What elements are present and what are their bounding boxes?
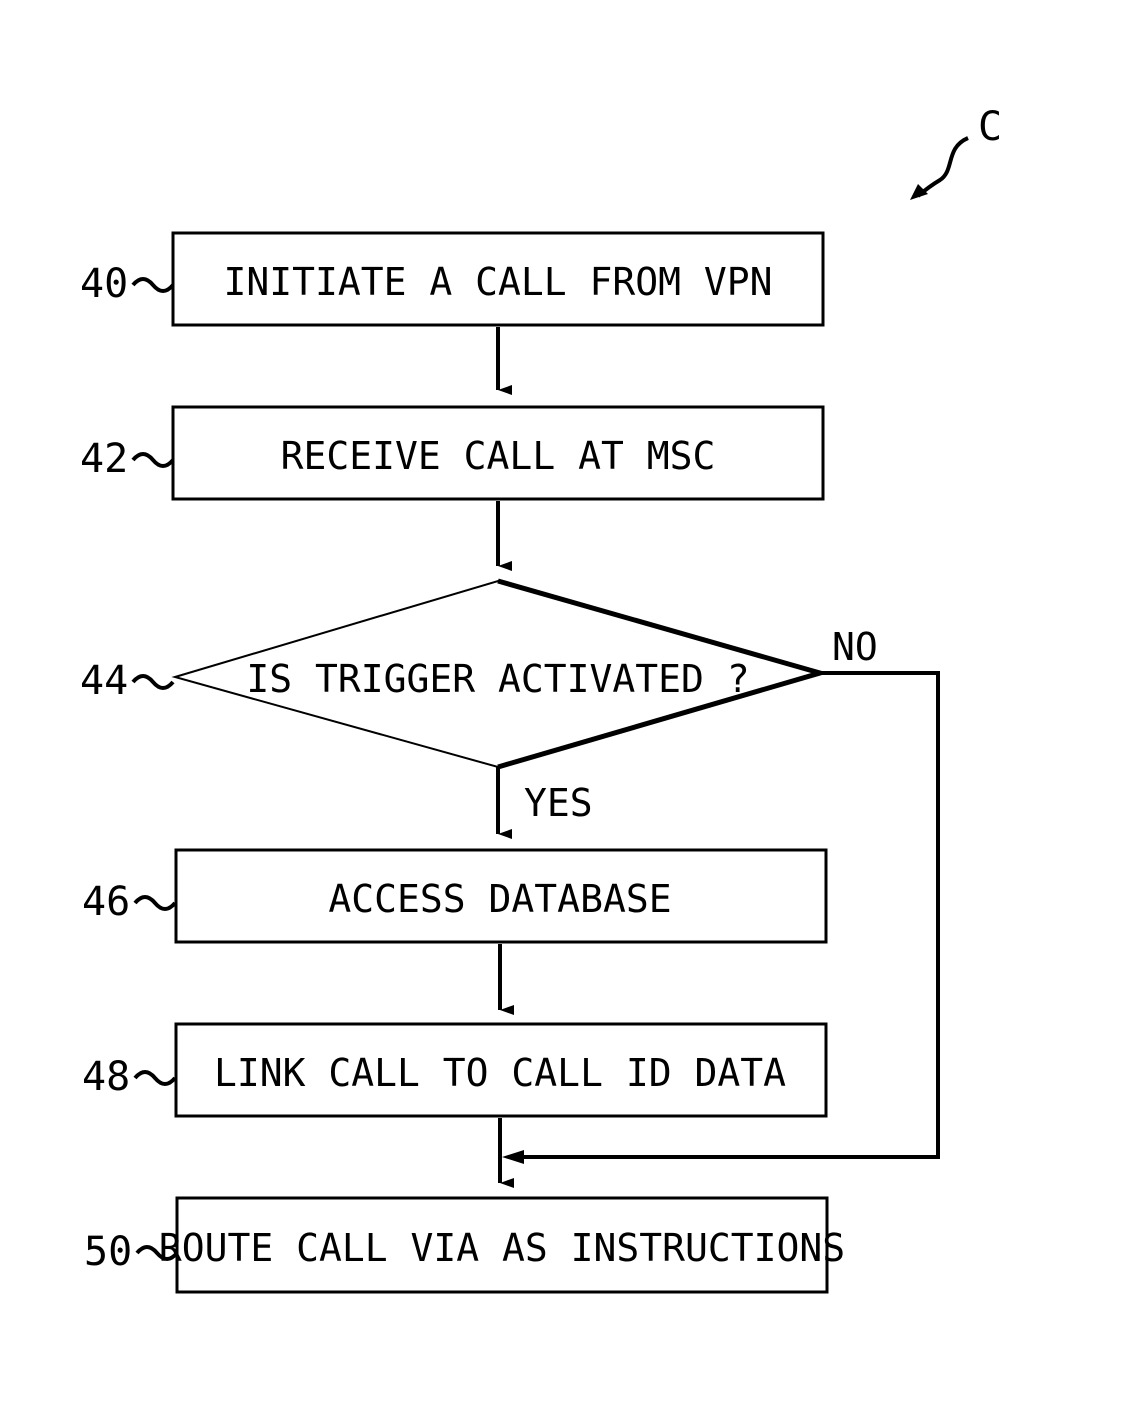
process-text-access-database: ACCESS DATABASE	[328, 877, 671, 921]
step-number-42: 42	[80, 436, 128, 482]
process-text-receive-call: RECEIVE CALL AT MSC	[281, 434, 716, 478]
figure-ref-label: C	[978, 104, 1002, 150]
leader-40	[131, 277, 175, 293]
figure-ref-arrowhead-icon	[910, 184, 928, 200]
branch-label-no: NO	[832, 625, 878, 669]
step-number-50: 50	[84, 1229, 132, 1275]
step-number-46: 46	[82, 879, 130, 925]
process-text-link-call: LINK CALL TO CALL ID DATA	[214, 1051, 786, 1095]
branch-label-yes: YES	[524, 781, 593, 825]
leader-42	[131, 452, 175, 468]
flowchart: C 40 INITIATE A CALL FROM VPN 42 RECEIVE…	[80, 104, 1002, 1294]
step-number-48: 48	[82, 1054, 130, 1100]
step-number-40: 40	[80, 261, 128, 307]
decision-text-trigger: IS TRIGGER ACTIVATED ?	[246, 657, 749, 701]
leader-48	[133, 1070, 177, 1086]
no-branch-arrowhead-icon	[502, 1150, 524, 1164]
leader-44	[131, 674, 175, 690]
process-text-initiate-call: INITIATE A CALL FROM VPN	[223, 260, 772, 304]
process-text-route-call: ROUTE CALL VIA AS INSTRUCTIONS	[159, 1226, 845, 1270]
step-number-44: 44	[80, 658, 128, 704]
figure-ref-arrow	[916, 136, 969, 198]
leader-46	[133, 895, 177, 911]
